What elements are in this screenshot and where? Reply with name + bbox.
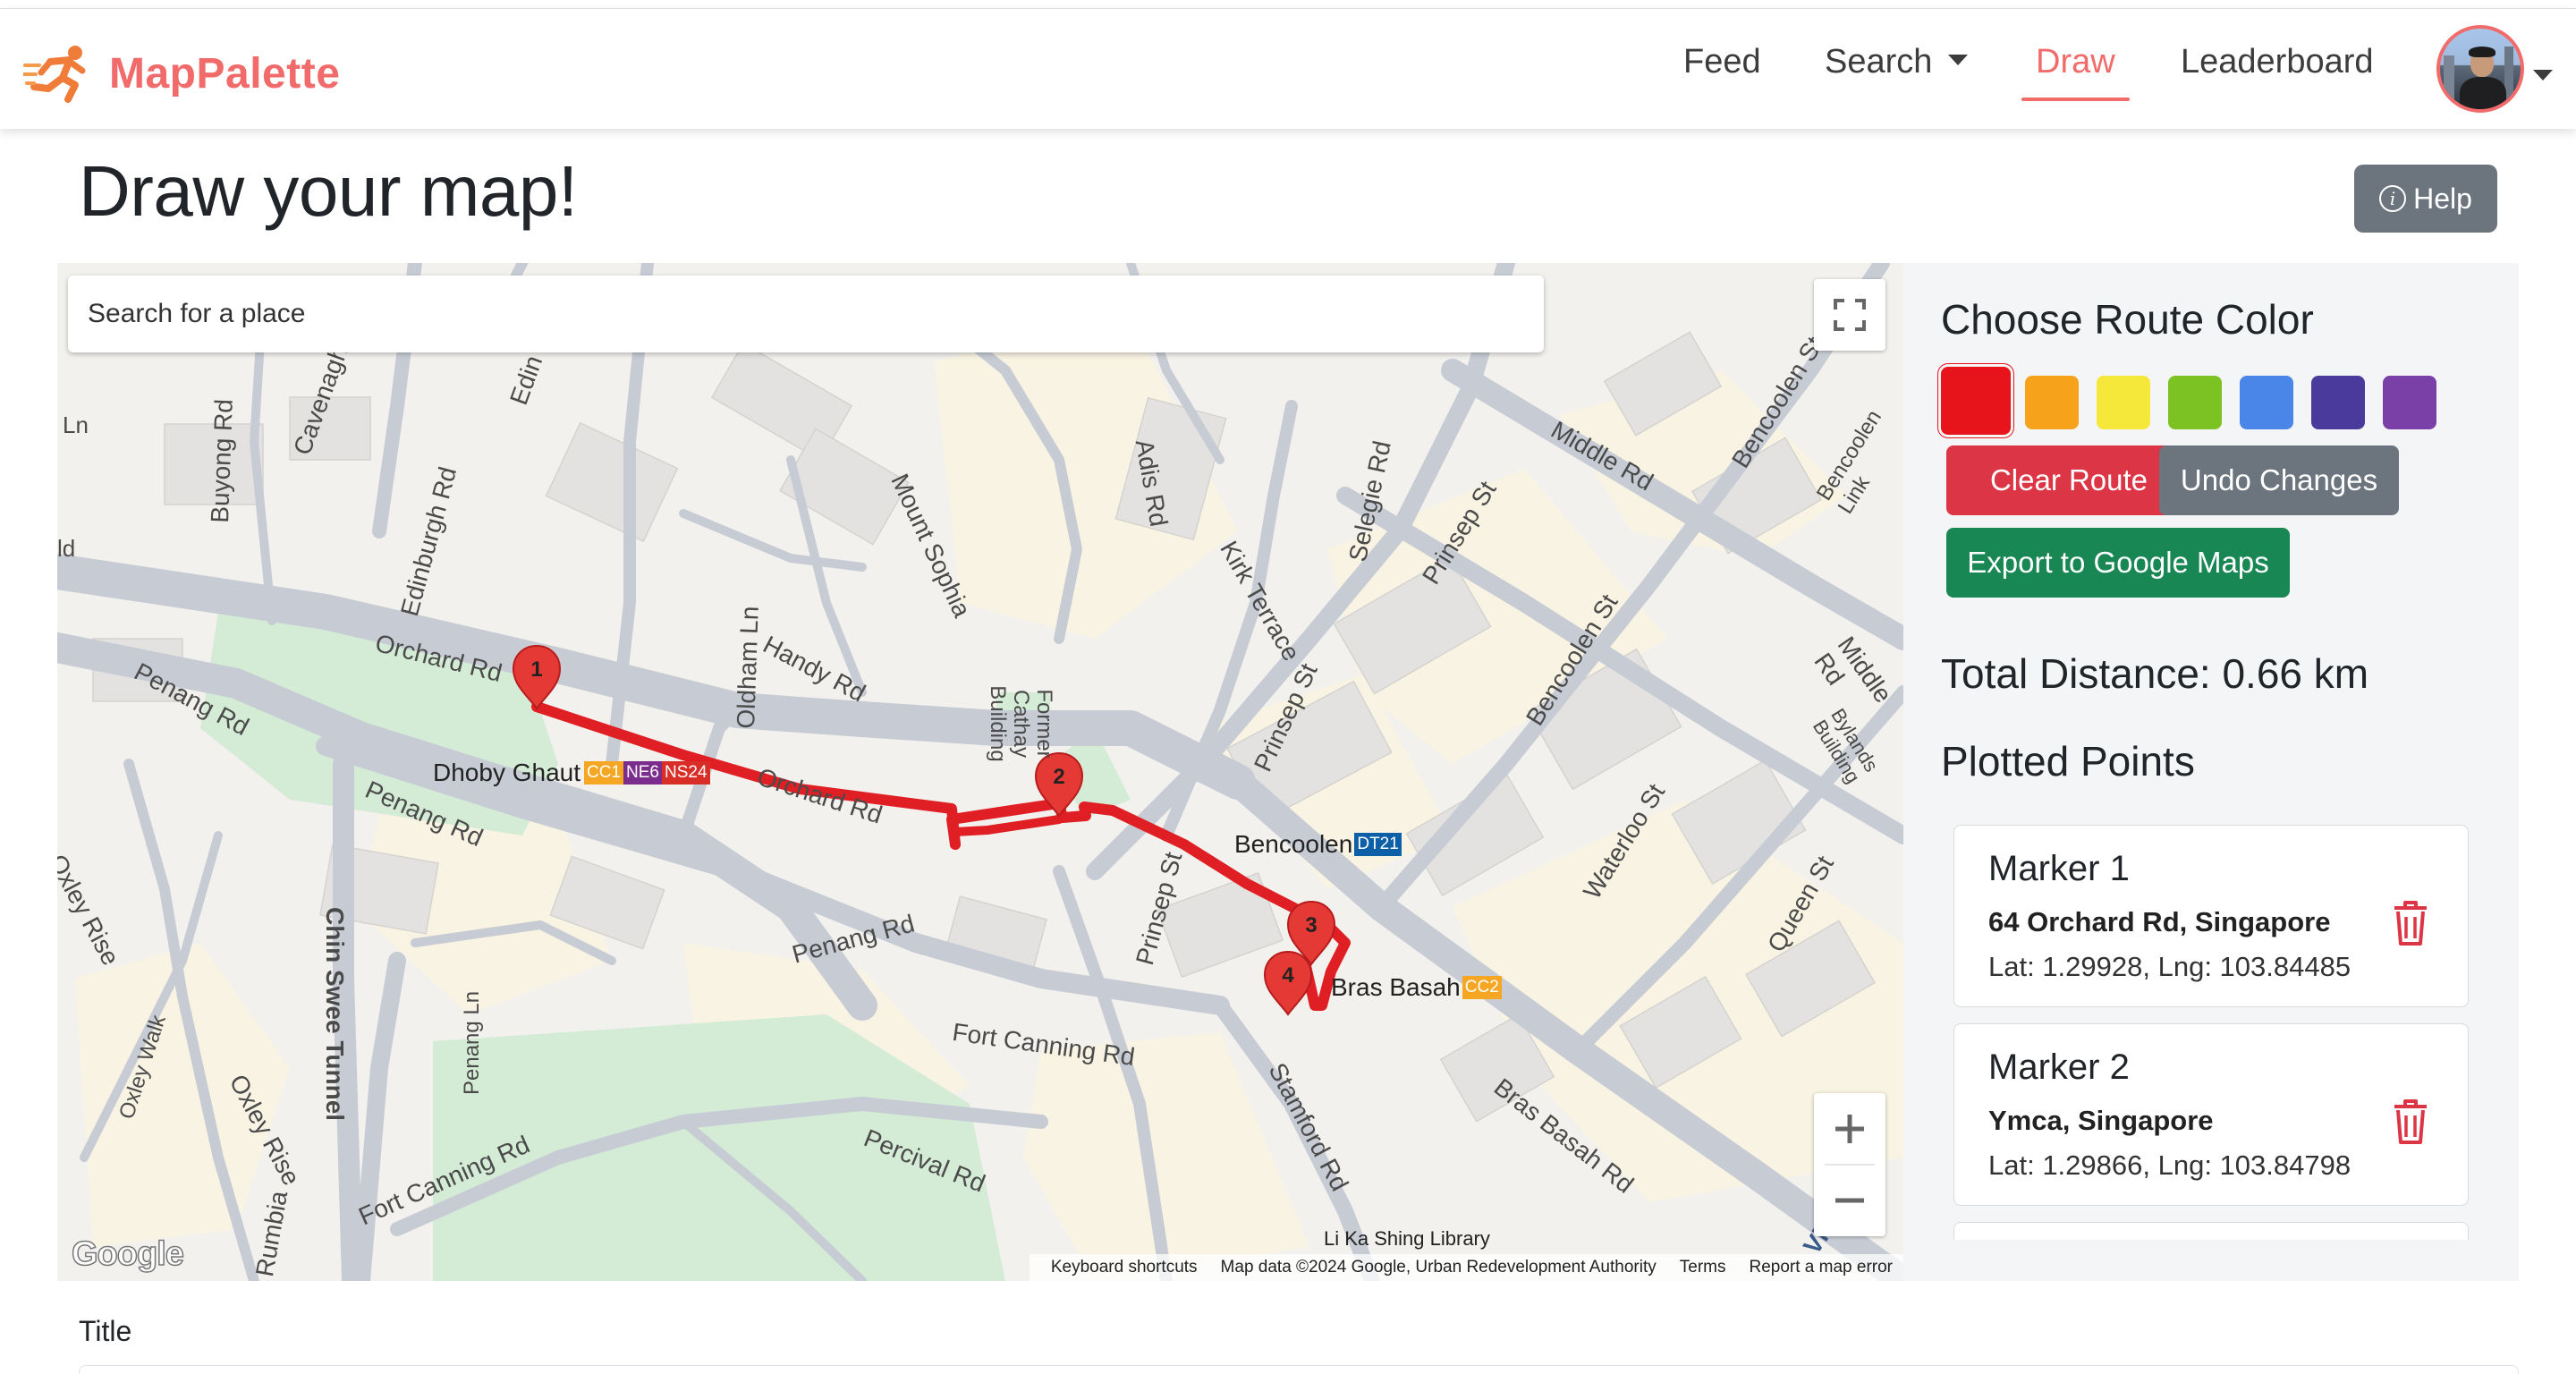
plotted-points-list[interactable]: Marker 1 64 Orchard Rd, Singapore Lat: 1… — [1953, 825, 2472, 1240]
fullscreen-button[interactable] — [1814, 279, 1885, 351]
station-code: CC1 — [584, 761, 624, 785]
color-swatch-green[interactable] — [2168, 376, 2222, 429]
nav-draw[interactable]: Draw — [2021, 43, 2130, 101]
chevron-down-icon[interactable] — [2533, 70, 2553, 81]
color-swatch-orange[interactable] — [2025, 376, 2079, 429]
station-name: Bras Basah — [1331, 973, 1461, 1001]
avatar[interactable] — [2436, 25, 2524, 113]
help-button[interactable]: i Help — [2354, 165, 2497, 233]
map-attribution: Keyboard shortcuts Map data ©2024 Google… — [1029, 1254, 1903, 1281]
svg-text:3: 3 — [1305, 913, 1317, 937]
title-label: Title — [79, 1315, 132, 1347]
color-swatches — [1941, 367, 2478, 435]
nav-search-label: Search — [1825, 43, 1933, 81]
svg-text:4: 4 — [1282, 963, 1294, 988]
avatar-photo-part — [2460, 77, 2506, 109]
window-top-border — [0, 0, 2576, 9]
marker-address: 64 Orchard Rd, Singapore — [1988, 906, 2331, 937]
trash-icon[interactable] — [2389, 1096, 2432, 1146]
report-error-link[interactable]: Report a map error — [1749, 1258, 1893, 1277]
station-code: NE6 — [623, 761, 662, 785]
list-item: Marker 2 Ymca, Singapore Lat: 1.29866, L… — [1953, 1023, 2469, 1206]
marker-name: Marker 2 — [1988, 1047, 2130, 1087]
color-heading: Choose Route Color — [1941, 296, 2314, 343]
help-label: Help — [2413, 182, 2472, 215]
keyboard-shortcuts-link[interactable]: Keyboard shortcuts — [1051, 1258, 1198, 1277]
station-code: NS24 — [661, 761, 710, 785]
info-icon: i — [2379, 185, 2407, 212]
color-swatch-indigo[interactable] — [2311, 376, 2365, 429]
route-panel: Choose Route Color Clear Route Undo Chan… — [1903, 263, 2519, 1281]
avatar-photo-part — [2469, 47, 2496, 57]
marker-address: Ymca, Singapore — [1988, 1105, 2214, 1136]
avatar-photo-part — [2444, 55, 2454, 109]
brand[interactable]: MapPalette — [23, 38, 340, 109]
chevron-down-icon — [1948, 54, 1969, 65]
svg-text:2: 2 — [1053, 765, 1064, 789]
station-code: CC2 — [1462, 976, 1502, 999]
zoom-in-button[interactable] — [1814, 1093, 1885, 1165]
zoom-out-button[interactable] — [1814, 1165, 1885, 1236]
station-bras-basah[interactable]: Bras Basah CC2 — [1331, 973, 1502, 1002]
list-item — [1953, 1222, 2469, 1240]
google-logo: Google — [71, 1234, 184, 1274]
title-input[interactable] — [79, 1365, 2519, 1374]
trash-icon[interactable] — [2389, 897, 2432, 947]
terms-link[interactable]: Terms — [1680, 1258, 1726, 1277]
runner-icon — [23, 46, 86, 103]
list-item: Marker 1 64 Orchard Rd, Singapore Lat: 1… — [1953, 825, 2469, 1007]
nav-feed[interactable]: Feed — [1683, 43, 1761, 81]
plotted-points-heading: Plotted Points — [1941, 738, 2195, 785]
zoom-control — [1814, 1093, 1885, 1236]
clear-route-button[interactable]: Clear Route — [1946, 445, 2191, 515]
marker-latlng: Lat: 1.29866, Lng: 103.84798 — [1988, 1149, 2351, 1181]
color-swatch-red[interactable] — [1941, 367, 2011, 435]
svg-text:1: 1 — [530, 657, 542, 682]
total-distance: Total Distance: 0.66 km — [1941, 650, 2369, 697]
brand-name: MapPalette — [109, 49, 341, 98]
station-name: Dhoby Ghaut — [433, 759, 580, 786]
fullscreen-icon — [1834, 299, 1866, 331]
color-swatch-blue[interactable] — [2240, 376, 2293, 429]
marker-name: Marker 1 — [1988, 849, 2130, 888]
color-swatch-purple[interactable] — [2383, 376, 2436, 429]
export-google-maps-button[interactable]: Export to Google Maps — [1946, 528, 2290, 598]
nav-leaderboard[interactable]: Leaderboard — [2181, 43, 2374, 81]
station-code: DT21 — [1354, 833, 1402, 856]
undo-changes-button[interactable]: Undo Changes — [2159, 445, 2399, 515]
page-title: Draw your map! — [79, 151, 578, 231]
station-name: Bencoolen — [1234, 830, 1353, 858]
map-search-input[interactable] — [68, 276, 1544, 352]
color-swatch-yellow[interactable] — [2097, 376, 2150, 429]
nav-search[interactable]: Search — [1825, 43, 1969, 81]
marker-latlng: Lat: 1.29928, Lng: 103.84485 — [1988, 951, 2351, 982]
map-canvas[interactable]: 1 2 3 4 Orchard Rd Orchard Rd Penang Rd … — [57, 263, 1903, 1281]
plus-icon — [1835, 1115, 1864, 1143]
station-bencoolen[interactable]: Bencoolen DT21 — [1234, 830, 1402, 859]
map-tiles: 1 2 3 4 — [57, 263, 1903, 1281]
minus-icon — [1835, 1198, 1864, 1203]
map-data-text: Map data ©2024 Google, Urban Redevelopme… — [1220, 1258, 1657, 1276]
navbar: MapPalette Feed Search Draw Leaderboard — [0, 9, 2576, 129]
station-dhoby-ghaut[interactable]: Dhoby Ghaut CC1 NE6 NS24 — [433, 759, 710, 787]
